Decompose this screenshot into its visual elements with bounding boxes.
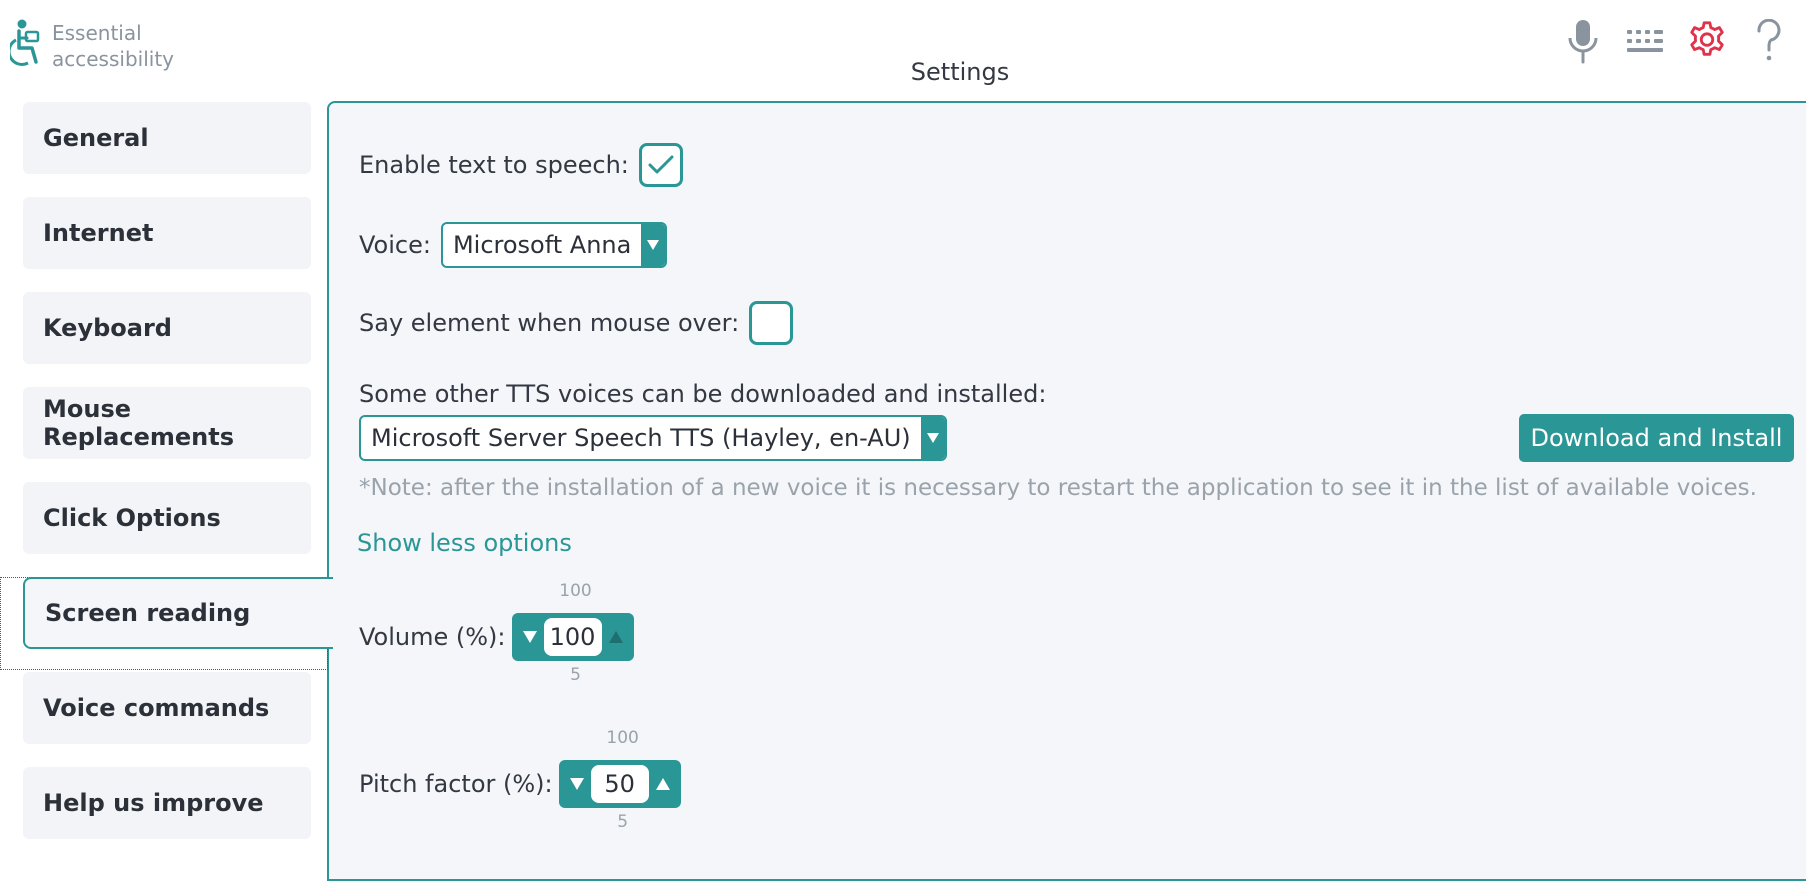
checkmark-icon [648, 155, 674, 174]
mouse-over-row: Say element when mouse over: [359, 301, 794, 345]
sidebar-item-label: Keyboard [43, 314, 172, 342]
sidebar-item-mouse-replacements[interactable]: Mouse Replacements [23, 387, 311, 459]
chevron-down-icon [926, 433, 939, 443]
mouse-over-label: Say element when mouse over: [359, 309, 740, 337]
volume-min-label: 5 [570, 665, 581, 685]
pitch-label: Pitch factor (%): [359, 770, 553, 798]
volume-value[interactable]: 100 [543, 618, 602, 656]
settings-button[interactable] [1686, 18, 1728, 64]
microphone-button[interactable] [1562, 18, 1604, 64]
sidebar-item-internet[interactable]: Internet [23, 197, 311, 269]
volume-decrease-button[interactable] [516, 630, 544, 644]
sidebar-item-help-us-improve[interactable]: Help us improve [23, 767, 311, 839]
settings-panel: Enable text to speech: Voice: Microsoft … [327, 101, 1806, 881]
other-voices-select[interactable]: Microsoft Server Speech TTS (Hayley, en-… [359, 415, 947, 461]
other-voices-select-value: Microsoft Server Speech TTS (Hayley, en-… [371, 424, 911, 452]
chevron-down-icon [647, 240, 660, 250]
sidebar-item-general[interactable]: General [23, 102, 311, 174]
voice-select[interactable]: Microsoft Anna [440, 222, 668, 268]
voice-label: Voice: [359, 231, 431, 259]
tts-label: Enable text to speech: [359, 151, 629, 179]
sidebar-item-screen-reading[interactable]: Screen reading [23, 577, 333, 649]
other-voices-select-arrow[interactable] [920, 417, 945, 459]
volume-max-label: 100 [559, 581, 592, 601]
pitch-decrease-button[interactable] [563, 777, 591, 791]
voice-select-value: Microsoft Anna [452, 231, 632, 259]
triangle-up-icon [655, 778, 670, 790]
pitch-increase-button[interactable] [649, 777, 677, 791]
sidebar-item-click-options[interactable]: Click Options [23, 482, 311, 554]
pitch-stepper: 50 [558, 760, 681, 808]
triangle-down-icon [522, 631, 537, 643]
page-title: Settings [910, 58, 1010, 86]
sidebar-item-label: Screen reading [45, 599, 251, 627]
pitch-row: Pitch factor (%): 100 50 5 [359, 728, 681, 832]
other-voices-row: Microsoft Server Speech TTS (Hayley, en-… [359, 415, 947, 461]
pitch-value[interactable]: 50 [590, 765, 649, 803]
other-voices-label: Some other TTS voices can be downloaded … [359, 380, 1047, 408]
triangle-up-icon [608, 631, 623, 643]
sidebar-item-label: Mouse Replacements [43, 395, 234, 451]
gear-icon [1690, 21, 1724, 56]
sidebar-item-label: General [43, 124, 149, 152]
keyboard-icon [1627, 30, 1663, 52]
volume-label: Volume (%): [359, 623, 506, 651]
volume-stepper: 100 [511, 613, 634, 661]
sidebar-item-label: Internet [43, 219, 154, 247]
keyboard-button[interactable] [1624, 18, 1666, 64]
download-install-button[interactable]: Download and Install [1519, 414, 1794, 462]
pitch-min-label: 5 [617, 812, 629, 832]
voice-select-arrow[interactable] [641, 224, 666, 266]
microphone-icon [1568, 20, 1598, 64]
sidebar-item-label: Click Options [43, 504, 221, 532]
voice-row: Voice: Microsoft Anna [359, 222, 668, 268]
sidebar-item-label: Voice commands [43, 694, 270, 722]
help-icon [1757, 19, 1781, 61]
pitch-max-label: 100 [606, 728, 639, 748]
top-toolbar [1562, 18, 1790, 64]
volume-row: Volume (%): 100 100 5 [359, 581, 634, 685]
sidebar-item-label: Help us improve [43, 789, 264, 817]
tts-checkbox[interactable] [638, 143, 683, 187]
install-note: *Note: after the installation of a new v… [359, 475, 1757, 501]
triangle-down-icon [569, 778, 584, 790]
mouse-over-checkbox[interactable] [749, 301, 794, 345]
sidebar-item-voice-commands[interactable]: Voice commands [23, 672, 311, 744]
logo-line-1: Essential [52, 21, 142, 45]
help-button[interactable] [1748, 18, 1790, 64]
tts-row: Enable text to speech: [359, 143, 683, 187]
volume-increase-button[interactable] [602, 630, 630, 644]
show-less-options-link[interactable]: Show less options [357, 529, 572, 557]
sidebar-item-keyboard[interactable]: Keyboard [23, 292, 311, 364]
